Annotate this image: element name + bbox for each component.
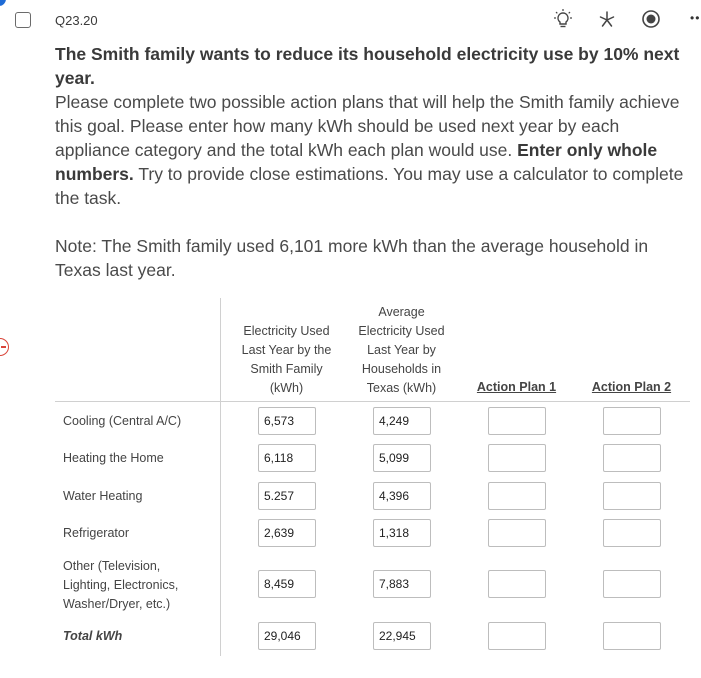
row-label-text: Refrigerator xyxy=(63,526,129,540)
header-action-plan-1: Action Plan 1 xyxy=(476,380,557,394)
row-label-text: Total kWh xyxy=(63,629,123,643)
smith-value-water-heating: 5.257 xyxy=(258,482,316,510)
average-value-refrigerator: 1,318 xyxy=(373,519,431,547)
plan2-input-water-heating[interactable] xyxy=(603,482,661,510)
row-label-text: Lighting, Electronics, xyxy=(63,578,179,592)
plan1-input-heating[interactable] xyxy=(488,444,546,472)
header-smith-usage: Electricity Used Last Year by the Smith … xyxy=(230,322,343,398)
header-line: Electricity Used xyxy=(243,324,330,338)
header-average-usage: Average Electricity Used Last Year by Ho… xyxy=(345,303,458,398)
smith-value-cooling: 6,573 xyxy=(258,407,316,435)
row-label-total: Total kWh xyxy=(63,627,122,646)
header-line: Households in xyxy=(361,362,442,376)
header-line: Average xyxy=(378,305,425,319)
plan1-input-other[interactable] xyxy=(488,570,546,598)
average-value-total: 22,945 xyxy=(373,622,431,650)
row-label-water-heating: Water Heating xyxy=(63,487,142,506)
more-icon[interactable]: •• xyxy=(690,11,700,25)
header-line: Electricity Used xyxy=(358,324,445,338)
instructions-text-end: Try to provide close estimations. You ma… xyxy=(55,164,684,208)
row-label-refrigerator: Refrigerator xyxy=(63,524,129,543)
plan2-input-refrigerator[interactable] xyxy=(603,519,661,547)
header-line: Texas (kWh) xyxy=(366,381,437,395)
question-note: Note: The Smith family used 6,101 more k… xyxy=(55,236,649,280)
row-label-text: Heating the Home xyxy=(63,451,164,465)
average-value-water-heating: 4,396 xyxy=(373,482,431,510)
plan1-input-water-heating[interactable] xyxy=(488,482,546,510)
row-label-other: Other (Television, Lighting, Electronics… xyxy=(63,557,178,614)
row-label-text: Washer/Dryer, etc.) xyxy=(63,597,171,611)
row-label-text: Cooling (Central A/C) xyxy=(63,414,182,428)
plan2-input-total[interactable] xyxy=(603,622,661,650)
plan2-input-heating[interactable] xyxy=(603,444,661,472)
question-lead: The Smith family wants to reduce its hou… xyxy=(55,44,680,88)
question-text: The Smith family wants to reduce its hou… xyxy=(55,42,685,282)
header-line: Last Year by xyxy=(367,343,436,357)
plan1-input-total[interactable] xyxy=(488,622,546,650)
header-action-plan-2: Action Plan 2 xyxy=(591,380,672,394)
lightbulb-icon[interactable] xyxy=(552,8,574,30)
matrix-table: Electricity Used Last Year by the Smith … xyxy=(55,298,690,656)
question-instructions: Please complete two possible action plan… xyxy=(55,90,685,210)
plan1-input-cooling[interactable] xyxy=(488,407,546,435)
selection-indicator xyxy=(0,0,6,6)
plan2-input-cooling[interactable] xyxy=(603,407,661,435)
header-line: Last Year by the xyxy=(241,343,332,357)
smith-value-heating: 6,118 xyxy=(258,444,316,472)
header-line: (kWh) xyxy=(269,381,304,395)
row-label-heating: Heating the Home xyxy=(63,449,164,468)
row-label-text: Other (Television, xyxy=(63,559,161,573)
average-value-cooling: 4,249 xyxy=(373,407,431,435)
header-divider xyxy=(55,401,690,402)
star-icon[interactable] xyxy=(596,8,618,30)
plan1-input-refrigerator[interactable] xyxy=(488,519,546,547)
remove-row-icon[interactable] xyxy=(0,338,9,356)
average-value-other: 7,883 xyxy=(373,570,431,598)
header-line: Smith Family xyxy=(250,362,323,376)
column-divider xyxy=(220,298,221,656)
smith-value-refrigerator: 2,639 xyxy=(258,519,316,547)
average-value-heating: 5,099 xyxy=(373,444,431,472)
radio-icon[interactable] xyxy=(640,8,662,30)
row-label-cooling: Cooling (Central A/C) xyxy=(63,412,181,431)
smith-value-other: 8,459 xyxy=(258,570,316,598)
row-label-text: Water Heating xyxy=(63,489,143,503)
plan2-input-other[interactable] xyxy=(603,570,661,598)
question-select-checkbox[interactable] xyxy=(15,12,31,28)
smith-value-total: 29,046 xyxy=(258,622,316,650)
question-id: Q23.20 xyxy=(55,13,98,28)
